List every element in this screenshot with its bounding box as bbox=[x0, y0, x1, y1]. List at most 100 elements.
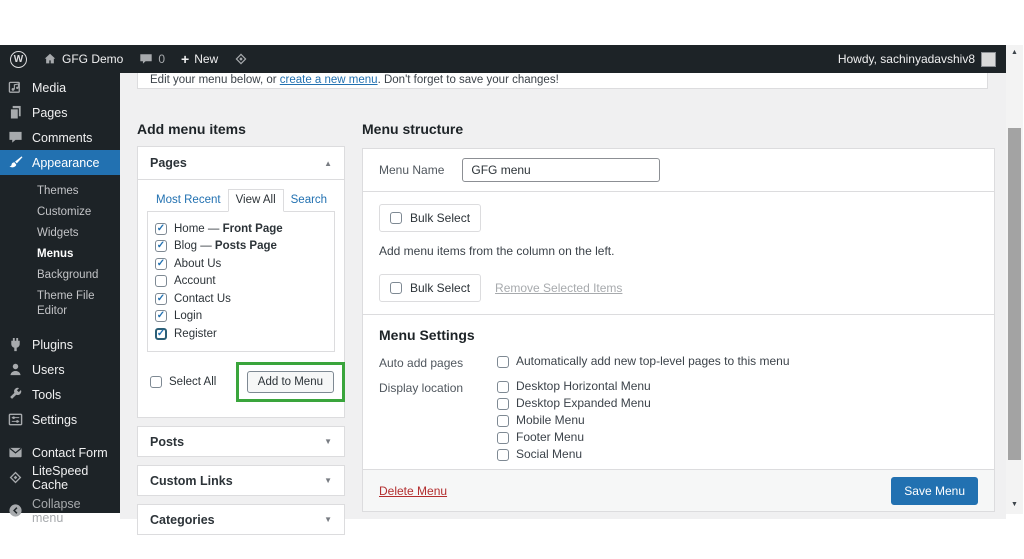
collapse-menu-button[interactable]: Collapse menu bbox=[0, 498, 120, 523]
page-item-label: Contact Us bbox=[174, 293, 231, 305]
collapse-arrow-icon[interactable]: ▲ bbox=[324, 159, 332, 168]
submenu-item-theme-file-editor[interactable]: Theme File Editor bbox=[0, 286, 120, 322]
add-to-menu-button[interactable]: Add to Menu bbox=[247, 371, 334, 393]
scroll-up-icon[interactable]: ▲ bbox=[1006, 49, 1023, 56]
home-icon bbox=[43, 52, 57, 66]
save-menu-button[interactable]: Save Menu bbox=[891, 477, 978, 505]
checkbox[interactable]: ✓ bbox=[155, 240, 167, 252]
tab-most-recent[interactable]: Most Recent bbox=[149, 190, 228, 211]
wordpress-menu-button[interactable]: W bbox=[10, 51, 27, 68]
submenu-item-background[interactable]: Background bbox=[0, 265, 120, 286]
custom-links-accordion-header[interactable]: Custom Links ▼ bbox=[137, 465, 345, 496]
sidebar-item-pages[interactable]: Pages bbox=[0, 100, 120, 125]
scrollbar-thumb[interactable] bbox=[1008, 128, 1021, 460]
page-item-about-us[interactable]: ✓ About Us bbox=[155, 255, 327, 273]
auto-add-pages-row: Auto add pages Automatically add new top… bbox=[379, 355, 978, 372]
add-menu-items-heading: Add menu items bbox=[137, 121, 246, 137]
howdy-account-link[interactable]: Howdy, sachinyadavshiv8 bbox=[838, 52, 975, 66]
sidebar-item-litespeed-cache[interactable]: LiteSpeed Cache bbox=[0, 465, 120, 490]
sidebar-item-label: Plugins bbox=[32, 338, 73, 352]
location-social-menu[interactable]: Social Menu bbox=[497, 448, 651, 461]
vertical-scrollbar[interactable]: ▲ ▼ bbox=[1006, 45, 1023, 514]
checkbox[interactable]: ✓ bbox=[155, 328, 167, 340]
create-new-menu-link[interactable]: create a new menu bbox=[280, 74, 378, 86]
checkbox[interactable] bbox=[390, 282, 402, 294]
checkbox[interactable] bbox=[150, 376, 162, 388]
sidebar-item-users[interactable]: Users bbox=[0, 357, 120, 382]
sidebar-item-comments[interactable]: Comments bbox=[0, 125, 120, 150]
display-location-options: Desktop Horizontal Menu Desktop Expanded… bbox=[497, 380, 651, 465]
checkbox[interactable] bbox=[497, 415, 509, 427]
menu-name-input[interactable] bbox=[462, 158, 660, 182]
sidebar-item-plugins[interactable]: Plugins bbox=[0, 332, 120, 357]
categories-accordion-header[interactable]: Categories ▼ bbox=[137, 504, 345, 535]
checkbox[interactable]: ✓ bbox=[155, 223, 167, 235]
location-mobile-menu[interactable]: Mobile Menu bbox=[497, 414, 651, 427]
menu-settings-section: Menu Settings Auto add pages Automatical… bbox=[363, 315, 994, 483]
location-label: Desktop Horizontal Menu bbox=[516, 380, 651, 393]
bulk-select-toggle[interactable]: Bulk Select bbox=[379, 204, 481, 232]
empty-menu-tip: Add menu items from the column on the le… bbox=[379, 244, 978, 258]
scroll-down-icon[interactable]: ▼ bbox=[1006, 501, 1023, 508]
site-name-link[interactable]: GFG Demo bbox=[43, 52, 123, 66]
checkbox[interactable] bbox=[497, 398, 509, 410]
expand-arrow-icon[interactable]: ▼ bbox=[324, 476, 332, 485]
submenu-item-widgets[interactable]: Widgets bbox=[0, 223, 120, 244]
expand-arrow-icon[interactable]: ▼ bbox=[324, 515, 332, 524]
pages-accordion-header[interactable]: Pages ▲ bbox=[138, 147, 344, 180]
expand-arrow-icon[interactable]: ▼ bbox=[324, 437, 332, 446]
page-item-home[interactable]: ✓ Home — Front Page bbox=[155, 220, 327, 238]
bulk-select-toggle[interactable]: Bulk Select bbox=[379, 274, 481, 302]
litespeed-admin-bar-button[interactable] bbox=[234, 52, 248, 66]
location-desktop-expanded[interactable]: Desktop Expanded Menu bbox=[497, 397, 651, 410]
checkbox[interactable]: ✓ bbox=[155, 310, 167, 322]
avatar[interactable] bbox=[981, 52, 996, 67]
checkbox[interactable] bbox=[155, 275, 167, 287]
checkbox[interactable]: ✓ bbox=[155, 258, 167, 270]
new-content-button[interactable]: + New bbox=[181, 52, 218, 66]
submenu-item-menus[interactable]: Menus bbox=[0, 244, 120, 265]
sidebar-item-contact-form[interactable]: Contact Form bbox=[0, 440, 120, 465]
sidebar-item-appearance[interactable]: Appearance bbox=[0, 150, 120, 175]
comments-admin-bar-link[interactable]: 0 bbox=[139, 52, 165, 66]
remove-selected-items-link[interactable]: Remove Selected Items bbox=[495, 281, 622, 295]
posts-accordion-header[interactable]: Posts ▼ bbox=[137, 426, 345, 457]
collapse-icon bbox=[8, 503, 23, 518]
checkbox[interactable]: ✓ bbox=[155, 293, 167, 305]
auto-add-option-label: Automatically add new top-level pages to… bbox=[516, 355, 790, 368]
page-item-contact-us[interactable]: ✓ Contact Us bbox=[155, 290, 327, 308]
submenu-item-themes[interactable]: Themes bbox=[0, 181, 120, 202]
pages-tabs: Most Recent View All Search bbox=[147, 189, 335, 211]
settings-icon bbox=[8, 412, 23, 427]
location-desktop-horizontal[interactable]: Desktop Horizontal Menu bbox=[497, 380, 651, 393]
checkbox[interactable] bbox=[497, 449, 509, 461]
delete-menu-link[interactable]: Delete Menu bbox=[379, 484, 447, 498]
auto-add-pages-option[interactable]: Automatically add new top-level pages to… bbox=[497, 355, 790, 368]
menu-structure-heading: Menu structure bbox=[362, 121, 463, 137]
page-item-register[interactable]: ✓ Register bbox=[155, 325, 327, 343]
checkbox[interactable] bbox=[497, 356, 509, 368]
select-all-checkbox[interactable]: Select All bbox=[150, 376, 216, 388]
wordpress-admin-screen: W GFG Demo 0 + New Howdy, sachinyadavshi… bbox=[0, 0, 1024, 559]
checkbox[interactable] bbox=[390, 212, 402, 224]
submenu-item-customize[interactable]: Customize bbox=[0, 202, 120, 223]
checkbox[interactable] bbox=[497, 381, 509, 393]
notice-text: . Don't forget to save your changes! bbox=[378, 74, 559, 86]
page-state: Posts Page bbox=[215, 240, 277, 252]
sidebar-item-label: Contact Form bbox=[32, 446, 108, 460]
sidebar-item-settings[interactable]: Settings bbox=[0, 407, 120, 432]
media-icon bbox=[8, 80, 23, 95]
tab-view-all[interactable]: View All bbox=[228, 189, 284, 212]
sidebar-item-tools[interactable]: Tools bbox=[0, 382, 120, 407]
sidebar-item-media[interactable]: Media bbox=[0, 75, 120, 100]
page-item-label: Register bbox=[174, 328, 217, 340]
comment-bubble-icon bbox=[139, 52, 153, 66]
location-footer-menu[interactable]: Footer Menu bbox=[497, 431, 651, 444]
tools-icon bbox=[8, 387, 23, 402]
page-item-blog[interactable]: ✓ Blog — Posts Page bbox=[155, 238, 327, 256]
page-item-account[interactable]: Account bbox=[155, 273, 327, 291]
checkbox[interactable] bbox=[497, 432, 509, 444]
page-item-login[interactable]: ✓ Login bbox=[155, 308, 327, 326]
check-icon: ✓ bbox=[157, 224, 165, 234]
tab-search[interactable]: Search bbox=[284, 190, 334, 211]
